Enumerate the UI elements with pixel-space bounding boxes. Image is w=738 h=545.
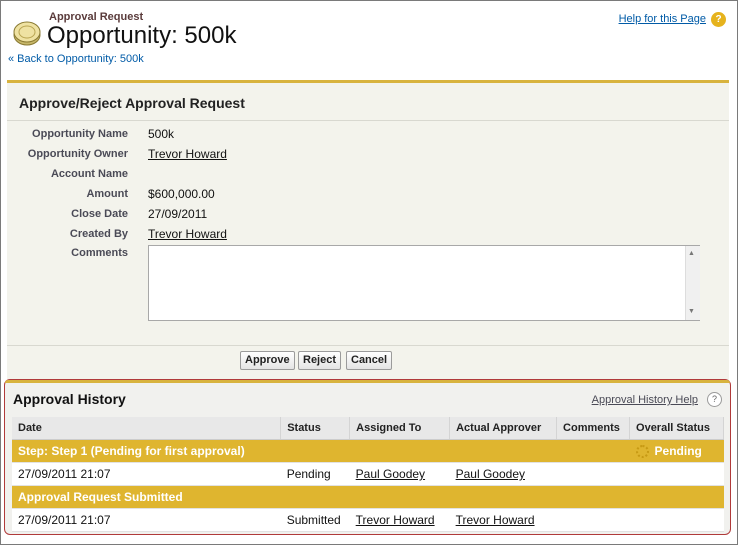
column-header-status: Status: [280, 417, 351, 440]
row-date: 27/09/2011 21:07: [12, 508, 281, 532]
label-close-date: Close Date: [71, 208, 128, 220]
approve-reject-section: Approve/Reject Approval Request Opportun…: [7, 80, 729, 381]
row-comments: [556, 462, 630, 486]
page-title: Opportunity: 500k: [47, 22, 237, 49]
pending-status-icon: [635, 445, 649, 459]
submitted-row: Approval Request Submitted: [12, 485, 724, 509]
step-label: Step: Step 1 (Pending for first approval…: [12, 439, 630, 463]
comments-scrollbar[interactable]: ▲ ▼: [685, 246, 700, 320]
table-row: 27/09/2011 21:07 Pending Paul Goodey Pau…: [12, 462, 724, 486]
row-date: 27/09/2011 21:07: [12, 462, 281, 486]
table-header-row: Date Status Assigned To Actual Approver …: [12, 417, 724, 440]
label-account-name: Account Name: [50, 168, 128, 180]
section-accent-bar: [5, 380, 730, 383]
reject-button[interactable]: Reject: [298, 351, 342, 370]
value-amount: $600,000.00: [148, 187, 215, 201]
scroll-down-icon[interactable]: ▼: [688, 308, 695, 315]
row-overall-status: [629, 508, 724, 532]
page-header: Approval Request Opportunity: 500k « Bac…: [8, 6, 730, 76]
assigned-to-link[interactable]: Paul Goodey: [356, 467, 425, 481]
label-created-by: Created By: [69, 228, 128, 240]
column-header-overall-status: Overall Status: [629, 417, 724, 440]
help-icon[interactable]: ?: [707, 392, 722, 407]
label-amount: Amount: [86, 188, 128, 200]
row-status: Pending: [280, 462, 350, 486]
actual-approver-link[interactable]: Trevor Howard: [456, 513, 535, 527]
comments-textarea[interactable]: [148, 245, 700, 321]
approval-history-table: Date Status Assigned To Actual Approver …: [12, 417, 724, 532]
label-opportunity-name: Opportunity Name: [32, 128, 128, 140]
approve-button[interactable]: Approve: [240, 351, 295, 370]
opportunity-owner-link[interactable]: Trevor Howard: [148, 147, 227, 161]
column-header-date: Date: [12, 417, 282, 440]
overall-status-text: Pending: [654, 443, 702, 458]
help-icon[interactable]: ?: [711, 12, 726, 27]
submitted-label: Approval Request Submitted: [12, 485, 724, 509]
row-overall-status: [629, 462, 724, 486]
label-comments: Comments: [71, 247, 128, 259]
divider: [7, 120, 729, 121]
value-close-date: 27/09/2011: [148, 207, 208, 221]
cancel-button[interactable]: Cancel: [346, 351, 393, 370]
table-row: 27/09/2011 21:07 Submitted Trevor Howard…: [12, 508, 724, 532]
approval-history-section: Approval History Approval History Help ?…: [4, 379, 731, 535]
scroll-up-icon[interactable]: ▲: [688, 250, 695, 257]
history-title: Approval History: [13, 391, 126, 407]
opportunity-coin-icon: [12, 18, 42, 48]
value-opportunity-name: 500k: [148, 127, 175, 141]
assigned-to-link[interactable]: Trevor Howard: [356, 513, 435, 527]
created-by-link[interactable]: Trevor Howard: [148, 227, 227, 241]
overall-status-cell: Pending: [629, 439, 724, 463]
divider: [7, 345, 729, 346]
column-header-assigned-to: Assigned To: [349, 417, 451, 440]
back-to-opportunity-link[interactable]: « Back to Opportunity: 500k: [8, 53, 144, 65]
row-status: Submitted: [280, 508, 350, 532]
column-header-actual-approver: Actual Approver: [449, 417, 558, 440]
help-for-page-link[interactable]: Help for this Page: [619, 13, 706, 25]
step-row: Step: Step 1 (Pending for first approval…: [12, 439, 724, 463]
section-title: Approve/Reject Approval Request: [19, 95, 245, 111]
column-header-comments: Comments: [556, 417, 631, 440]
actual-approver-link[interactable]: Paul Goodey: [456, 467, 525, 481]
row-comments: [556, 508, 630, 532]
approval-history-help-link[interactable]: Approval History Help: [592, 394, 698, 406]
label-opportunity-owner: Opportunity Owner: [27, 148, 128, 160]
